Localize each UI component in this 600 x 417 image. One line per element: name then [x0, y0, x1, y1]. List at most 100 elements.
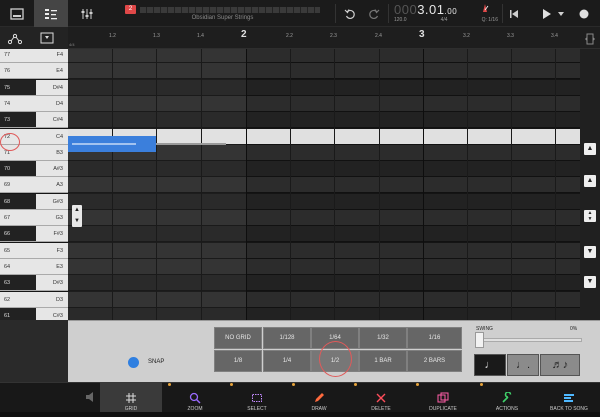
pencil-icon	[313, 392, 325, 404]
piano-key[interactable]: 63 D#3	[0, 275, 68, 292]
metronome-icon[interactable]	[480, 3, 490, 13]
key-number: 77	[4, 52, 11, 58]
track-edit-button[interactable]	[34, 0, 68, 27]
piano-key[interactable]: 75 D#4	[0, 79, 68, 96]
grid-option-button[interactable]: 1/128	[263, 327, 311, 349]
swing-slider[interactable]	[478, 338, 582, 342]
chevron-double-up-icon: ▲	[586, 145, 594, 152]
tempo-value[interactable]: 120.0	[394, 17, 407, 23]
key-number: 61	[4, 312, 11, 319]
automation-icon	[7, 33, 23, 45]
key-number: 63	[4, 280, 11, 287]
dotted-note-icon: ♩.	[515, 359, 531, 371]
track-selector[interactable]: 2 Obsidian Super Strings	[120, 2, 325, 24]
automation-button[interactable]	[7, 32, 23, 50]
redo-button[interactable]	[364, 0, 384, 27]
grid-line	[423, 49, 424, 320]
scroll-down-button[interactable]: ▼	[584, 246, 596, 258]
piano-key[interactable]: 69 A3	[0, 177, 68, 194]
play-icon	[543, 8, 551, 19]
mixer-save-button[interactable]	[0, 0, 34, 27]
song-icon	[563, 392, 575, 404]
piano-key[interactable]: 68 G#3	[0, 193, 68, 210]
straight-note-button[interactable]: ♩	[474, 354, 506, 376]
sliders-icon	[81, 8, 93, 19]
counter-readout: 0003.01.00	[394, 2, 457, 17]
grid-option-button[interactable]: 1/4	[263, 350, 311, 372]
chevron-down-icon	[558, 11, 564, 16]
zoom-in-icon[interactable]: ▲	[72, 205, 82, 216]
grid-option-button[interactable]: 1 BAR	[359, 350, 407, 372]
grid-option-button[interactable]: NO GRID	[214, 327, 262, 349]
lock-view-button[interactable]	[40, 31, 54, 49]
piano-key[interactable]: 76 E4	[0, 63, 68, 80]
window-icon	[40, 32, 54, 44]
quantize-value[interactable]: Q: 1/16	[482, 17, 498, 23]
triplet-note-button[interactable]: ♬♪	[540, 354, 580, 376]
undo-icon	[344, 8, 355, 19]
chevron-up-icon: ▲	[586, 177, 594, 184]
key-number: 68	[4, 198, 11, 205]
ruler-beat-label: 3.3	[507, 33, 514, 39]
redo-icon	[369, 8, 380, 19]
scroll-up-button[interactable]: ▲	[584, 175, 596, 187]
grid-option-button[interactable]: 1/16	[407, 327, 462, 349]
snap-toggle[interactable]	[128, 357, 139, 368]
swing-slider-thumb[interactable]	[475, 332, 484, 348]
piano-roll-icon	[45, 8, 57, 19]
piano-key[interactable]: 74 D4	[0, 95, 68, 112]
key-note-name: C#4	[52, 117, 63, 124]
triplet-notes-icon: ♬♪	[551, 359, 569, 371]
counter-bars: 3.01	[417, 2, 445, 17]
key-number: 62	[4, 296, 11, 303]
rewind-button[interactable]	[504, 0, 524, 27]
scroll-page-up-button[interactable]: ▲	[584, 143, 596, 155]
key-note-name: D4	[55, 100, 63, 107]
grid-option-button[interactable]: 1/32	[359, 327, 407, 349]
vertical-zoom-control[interactable]: ▲ ▼	[72, 205, 82, 227]
piano-key[interactable]: 64 E3	[0, 258, 68, 275]
ruler-menu-button[interactable]	[584, 32, 596, 50]
piano-key[interactable]: 65 F3	[0, 242, 68, 259]
piano-key[interactable]: 70 A#3	[0, 161, 68, 178]
key-number: 70	[4, 166, 11, 173]
piano-key[interactable]: 67 G3	[0, 210, 68, 226]
record-button[interactable]	[574, 0, 594, 27]
separator	[502, 4, 503, 23]
panel-left-spacer	[0, 320, 68, 382]
delete-icon	[375, 392, 387, 404]
chevron-double-down-icon: ▼	[586, 278, 594, 285]
piano-roll-grid[interactable]	[68, 49, 580, 320]
note-length-line	[156, 143, 226, 145]
swing-value: 0%	[570, 326, 578, 332]
piano-key[interactable]: 77 F4	[0, 49, 68, 63]
position-counter[interactable]: 0003.01.00 120.0 4/4 Q: 1/16	[392, 1, 500, 26]
piano-key[interactable]: 62 D3	[0, 291, 68, 308]
grid-option-button[interactable]: 2 BARS	[407, 350, 462, 372]
key-note-name: D#3	[52, 280, 63, 287]
tool-indicator-dot	[480, 383, 483, 386]
speaker-button[interactable]	[80, 386, 100, 408]
undo-button[interactable]	[340, 0, 360, 27]
key-note-name: E3	[56, 263, 63, 270]
piano-key[interactable]: 61 C#3	[0, 307, 68, 320]
note-velocity-line	[72, 143, 136, 145]
play-options-button[interactable]	[556, 0, 566, 27]
mixer-button[interactable]	[72, 0, 102, 27]
dotted-note-button[interactable]: ♩.	[507, 354, 539, 376]
timeline-ruler[interactable]: 4/4 1.2 1.3 1.4 2 2.2 2.3 2.4 3 3.2 3.3 3.4	[0, 27, 600, 49]
piano-keyboard[interactable]: 77 F4 76 E4 75 D#4 74 D4 73 C#4 72 C4 71 B3 70 A#3 69 A3 6…	[0, 49, 68, 320]
time-signature-value[interactable]: 4/4	[441, 17, 448, 23]
record-icon	[579, 9, 589, 18]
scroll-fit-button[interactable]: ▲ ▼	[584, 210, 596, 222]
play-button[interactable]	[536, 0, 558, 27]
grid-line	[555, 49, 556, 320]
grid-option-button[interactable]: 1/8	[214, 350, 262, 372]
piano-key[interactable]: 66 F#3	[0, 226, 68, 243]
zoom-out-icon[interactable]: ▼	[72, 216, 82, 227]
key-number: 69	[4, 182, 11, 189]
key-note-name: F#3	[53, 231, 63, 238]
expand-icon	[585, 33, 595, 45]
piano-key[interactable]: 73 C#4	[0, 112, 68, 129]
scroll-page-down-button[interactable]: ▼	[584, 276, 596, 288]
